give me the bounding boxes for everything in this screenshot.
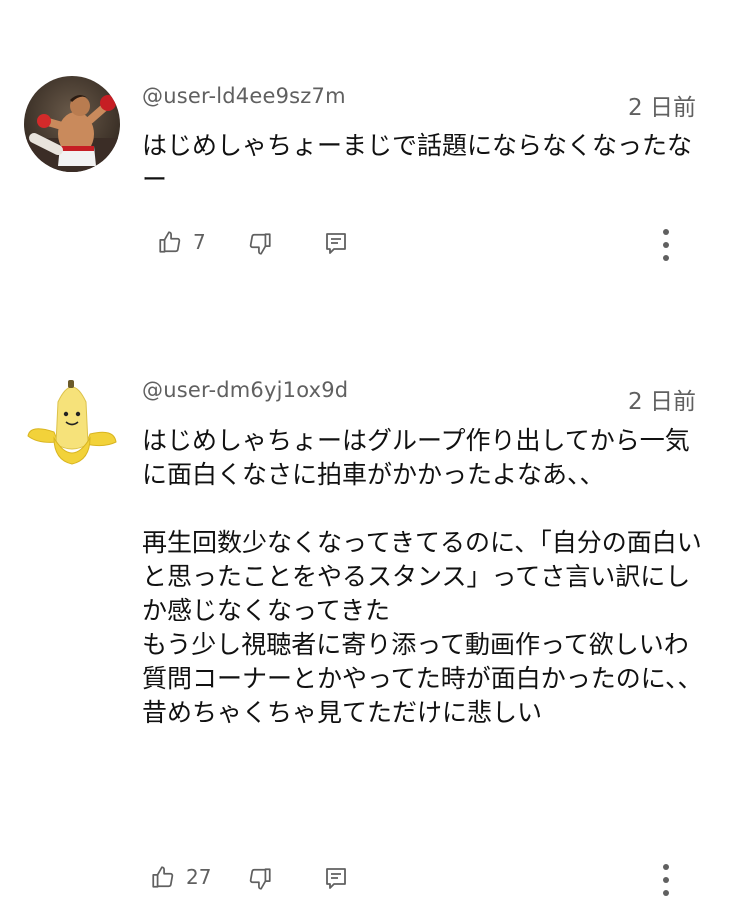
- like-count: 27: [186, 865, 212, 889]
- like-button[interactable]: 7: [157, 229, 206, 255]
- dislike-button[interactable]: [247, 231, 273, 257]
- thumbs-up-icon: [157, 229, 183, 255]
- timestamp: 2 日前: [628, 95, 696, 121]
- reply-button[interactable]: [324, 231, 348, 257]
- comment-actions: 7: [0, 225, 750, 265]
- more-vertical-icon: [656, 227, 676, 263]
- boxer-avatar-image: [24, 76, 120, 172]
- like-count: 7: [193, 230, 206, 254]
- avatar[interactable]: [24, 76, 120, 172]
- like-button[interactable]: 27: [150, 864, 211, 890]
- reply-button[interactable]: [324, 866, 348, 892]
- comment-header: @user-ld4ee9sz7m 2 日前: [142, 84, 696, 121]
- reply-comment-icon: [324, 866, 348, 892]
- author-name[interactable]: @user-dm6yj1ox9d: [142, 378, 348, 402]
- more-vertical-icon: [656, 862, 676, 898]
- comment-text: はじめしゃちょーまじで話題にならなくなったなー: [142, 131, 693, 194]
- banana-avatar-image: [27, 380, 117, 465]
- comment-header: @user-dm6yj1ox9d 2 日前: [142, 378, 696, 415]
- thumbs-down-icon: [247, 866, 273, 892]
- comment-text: はじめしゃちょーはグループ作り出してから一気に面白くなさに拍車がかかったよなあ、…: [142, 426, 703, 727]
- avatar[interactable]: [24, 372, 120, 468]
- author-name[interactable]: @user-ld4ee9sz7m: [142, 84, 346, 108]
- thumbs-down-icon: [247, 231, 273, 257]
- more-options-button[interactable]: [656, 227, 676, 263]
- timestamp: 2 日前: [628, 389, 696, 415]
- comment-actions: 27: [0, 860, 750, 900]
- more-options-button[interactable]: [656, 862, 676, 898]
- dislike-button[interactable]: [247, 866, 273, 892]
- thumbs-up-icon: [150, 864, 176, 890]
- reply-comment-icon: [324, 231, 348, 257]
